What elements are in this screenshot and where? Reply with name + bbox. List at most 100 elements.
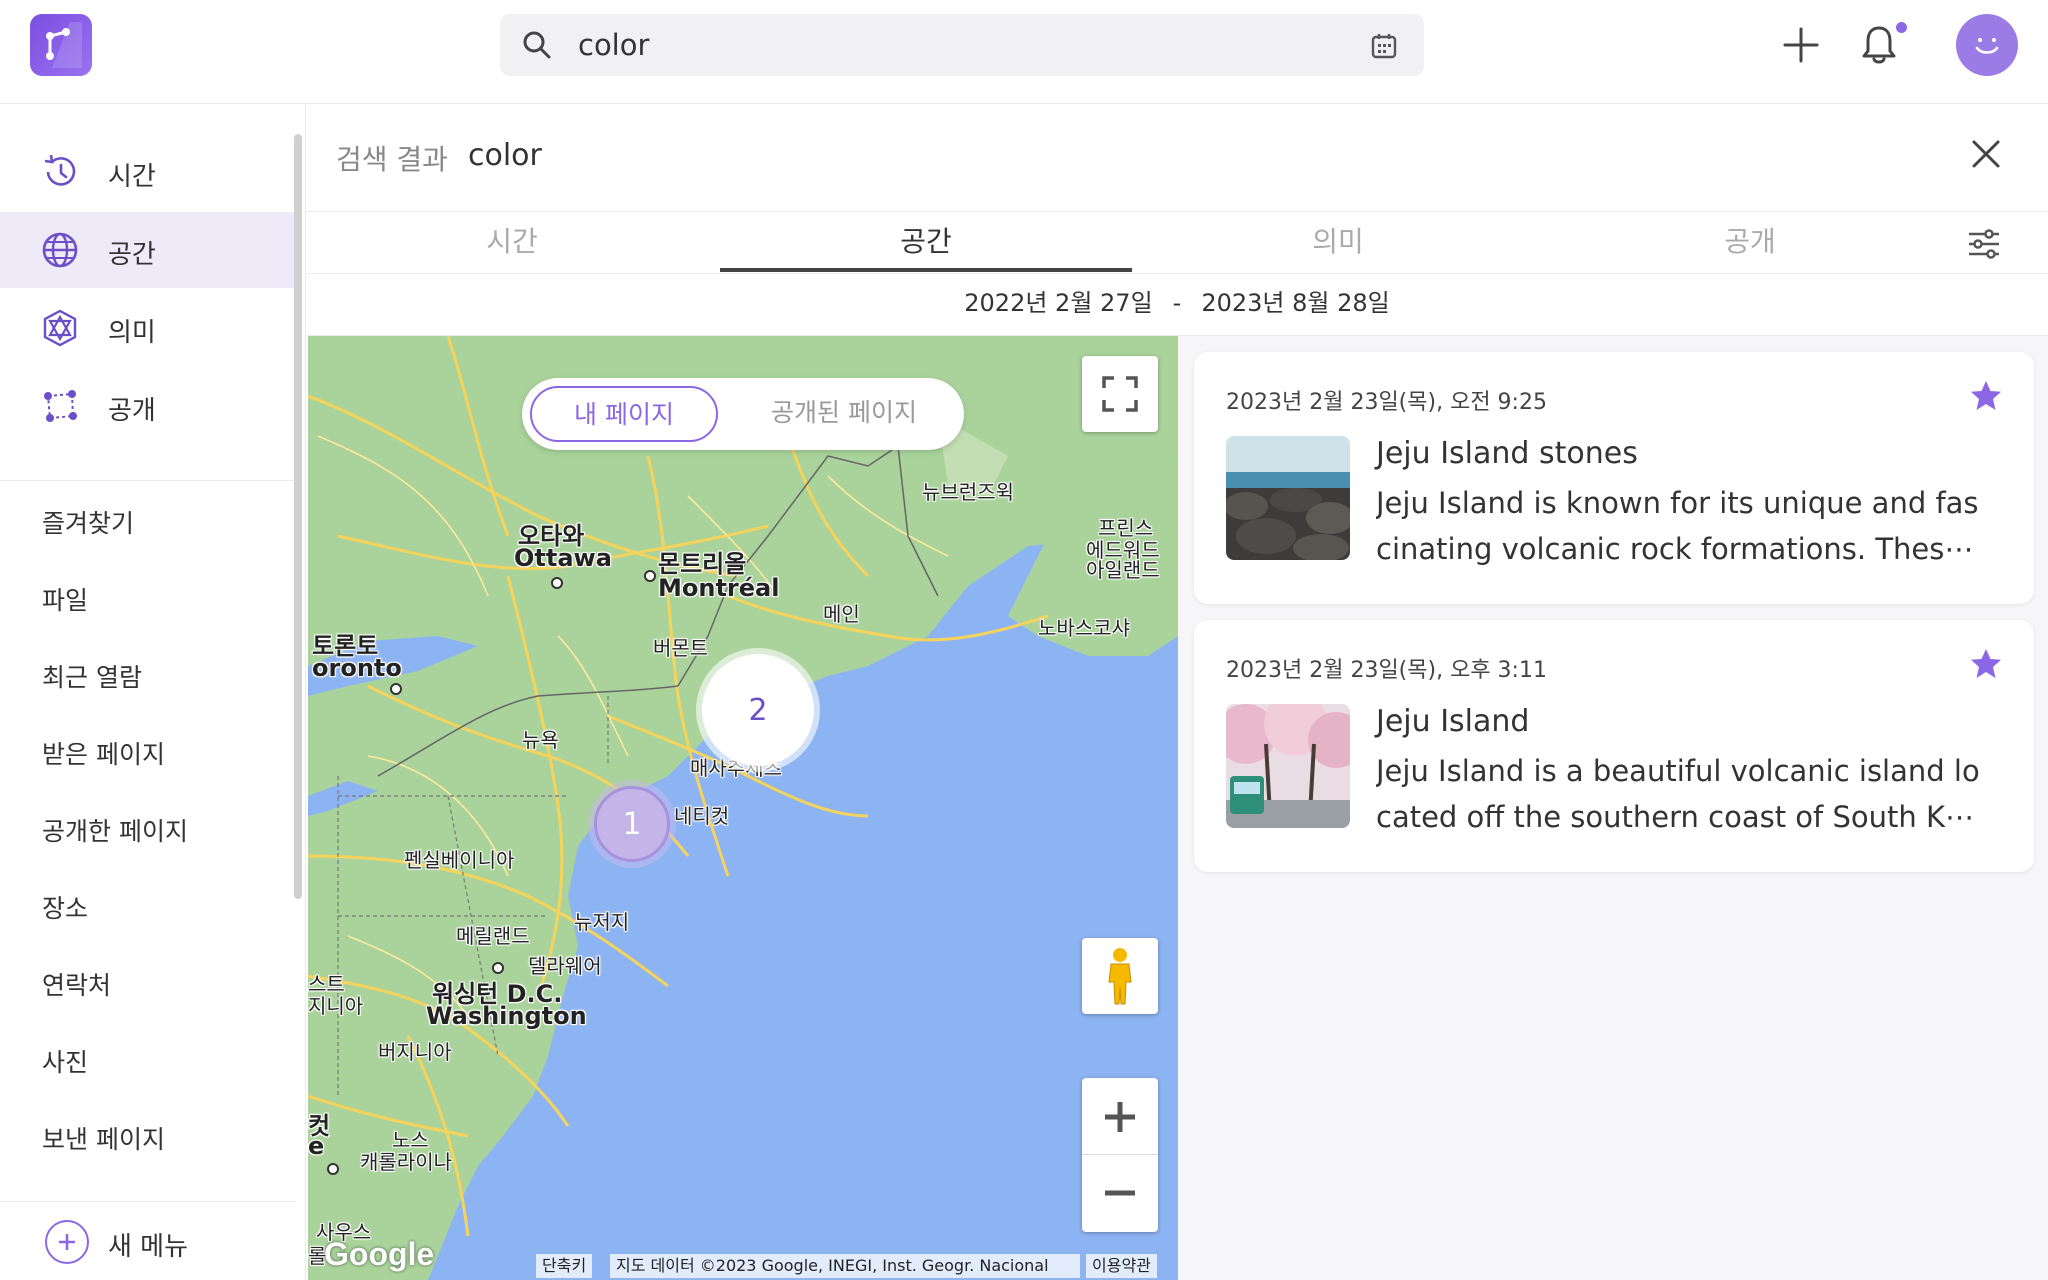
result-card[interactable]: 2023년 2월 23일(목), 오전 9:25 Jeju Island sto… (1194, 352, 2034, 604)
toggle-public-pages[interactable]: 공개된 페이지 (734, 386, 954, 442)
app-root: 시간 공간 의미 공개 (0, 0, 2048, 1280)
results-list: 2023년 2월 23일(목), 오전 9:25 Jeju Island sto… (1178, 336, 2048, 1280)
results-query: color (468, 138, 542, 173)
toggle-my-pages[interactable]: 내 페이지 (530, 386, 718, 442)
map-label: Ottawa (514, 544, 612, 572)
new-menu-button[interactable]: 새 메뉴 (0, 1201, 296, 1280)
active-tab-indicator (720, 268, 1132, 272)
card-description: Jeju Island is a beautiful volcanic isla… (1376, 748, 1996, 840)
card-date: 2023년 2월 23일(목), 오후 3:11 (1226, 658, 1547, 683)
card-description: Jeju Island is known for its unique and … (1376, 480, 1996, 572)
map-label: 메릴랜드 (456, 924, 530, 948)
map-data-attribution: 지도 데이터 ©2023 Google, INEGI, Inst. Geogr.… (610, 1254, 1080, 1278)
plus-icon (1105, 1101, 1135, 1132)
tab-space[interactable]: 공간 (720, 220, 1132, 260)
fullscreen-button[interactable] (1082, 356, 1158, 432)
map-label: Montréal (658, 574, 780, 602)
plus-circle-icon (45, 1220, 89, 1264)
sidebar-item-meaning[interactable]: 의미 (0, 290, 296, 366)
sidebar-menu-recent[interactable]: 최근 열람 (42, 658, 142, 694)
map-tiles (308, 336, 1178, 1280)
view-tabs: 시간 공간 의미 공개 (306, 212, 2048, 274)
terms-link[interactable]: 이용약관 (1086, 1254, 1157, 1278)
sidebar-scrollbar[interactable] (294, 134, 302, 899)
sidebar-menu-files[interactable]: 파일 (42, 581, 88, 617)
map-label: oronto (312, 654, 402, 682)
map-label: 뉴브런즈윅 (922, 480, 1014, 504)
map-label: Washington (426, 1002, 587, 1030)
map-cluster-marker[interactable]: 1 (594, 786, 670, 862)
map-label: 아일랜드 (1086, 558, 1160, 582)
result-card[interactable]: 2023년 2월 23일(목), 오후 3:11 Jeju Island Jej… (1194, 620, 2034, 872)
card-title: Jeju Island stones (1376, 436, 1638, 471)
tab-public[interactable]: 공개 (1544, 220, 1956, 260)
sliders-icon[interactable] (1966, 226, 2002, 262)
minus-icon (1105, 1190, 1135, 1196)
page-scope-toggle: 내 페이지 공개된 페이지 (522, 378, 964, 450)
star-icon[interactable] (1968, 378, 2004, 414)
globe-icon (42, 232, 78, 268)
map-label: e (308, 1132, 325, 1160)
hexagon-network-icon (43, 309, 77, 347)
smiley-icon (1975, 38, 1999, 54)
calendar-icon[interactable] (1370, 32, 1398, 60)
search-bar (500, 14, 1424, 76)
sidebar-divider (0, 480, 296, 481)
sidebar-menu-places[interactable]: 장소 (42, 889, 88, 925)
card-thumbnail-image (1226, 436, 1350, 560)
date-range[interactable]: 2022년 2월 27일 -2023년 8월 28일 (306, 276, 2048, 336)
sidebar-item-label: 시간 (108, 162, 156, 192)
search-input[interactable] (578, 24, 1338, 66)
top-header (0, 0, 2048, 104)
zoom-out-button[interactable] (1082, 1155, 1158, 1231)
map-label: 펜실베이니아 (404, 848, 515, 872)
results-label: 검색 결과 (336, 143, 448, 176)
sidebar-item-public[interactable]: 공개 (0, 368, 296, 444)
tab-meaning[interactable]: 의미 (1132, 220, 1544, 260)
zoom-controls (1082, 1078, 1158, 1232)
card-title: Jeju Island (1376, 704, 1530, 739)
sidebar-menu-received[interactable]: 받은 페이지 (42, 735, 165, 771)
map-cluster-marker[interactable]: 2 (702, 654, 814, 766)
keyboard-shortcuts-link[interactable]: 단축키 (536, 1254, 593, 1278)
card-description-line: Jeju Island is known for its unique and … (1376, 486, 1979, 520)
sidebar-item-space[interactable]: 공간 (0, 212, 296, 288)
sidebar-item-label: 의미 (108, 318, 156, 348)
close-icon[interactable] (1966, 134, 2006, 174)
star-icon[interactable] (1968, 646, 2004, 682)
map-attribution: 단축키 지도 데이터 ©2023 Google, INEGI, Inst. Ge… (308, 1250, 1178, 1280)
map-label: 네티컷 (674, 804, 730, 828)
map-view[interactable]: 오타와 Ottawa 몬트리올 Montréal 토론토 oronto 버몬트 … (308, 336, 1178, 1280)
sidebar-item-time[interactable]: 시간 (0, 134, 296, 210)
search-icon (523, 31, 551, 59)
map-label: 뉴욕 (522, 728, 559, 752)
street-view-button[interactable] (1082, 938, 1158, 1014)
sidebar-menu-sent[interactable]: 보낸 페이지 (42, 1120, 165, 1156)
sidebar-menu-favorites[interactable]: 즐겨찾기 (42, 504, 134, 540)
clock-history-icon (44, 154, 76, 186)
new-menu-label: 새 메뉴 (108, 1232, 189, 1262)
plus-icon (1783, 27, 1819, 63)
map-label: 지니아 (308, 994, 364, 1018)
avatar[interactable] (1956, 14, 2018, 76)
date-start: 2022년 2월 27일 (964, 289, 1153, 317)
sidebar-item-label: 공간 (108, 240, 156, 270)
share-nodes-icon (44, 390, 77, 422)
map-label: 뉴저지 (574, 910, 630, 934)
sidebar-menu-photos[interactable]: 사진 (42, 1043, 88, 1079)
map-label: 노바스코샤 (1038, 616, 1130, 640)
tab-time[interactable]: 시간 (306, 220, 718, 260)
map-label: 버몬트 (653, 636, 709, 660)
add-button[interactable] (1776, 20, 1826, 70)
sidebar-menu-shared[interactable]: 공개한 페이지 (42, 812, 188, 848)
map-label: 버지니아 (378, 1040, 452, 1064)
fullscreen-icon (1102, 376, 1138, 412)
app-logo[interactable] (30, 14, 92, 76)
card-date: 2023년 2월 23일(목), 오전 9:25 (1226, 390, 1547, 415)
zoom-in-button[interactable] (1082, 1079, 1158, 1155)
card-description-line: Jeju Island is a beautiful volcanic isla… (1376, 754, 1980, 788)
sidebar-menu-contacts[interactable]: 연락처 (42, 966, 111, 1002)
map-label: 캐롤라이나 (360, 1150, 452, 1174)
notification-dot (1896, 22, 1907, 33)
date-separator: - (1172, 289, 1182, 317)
